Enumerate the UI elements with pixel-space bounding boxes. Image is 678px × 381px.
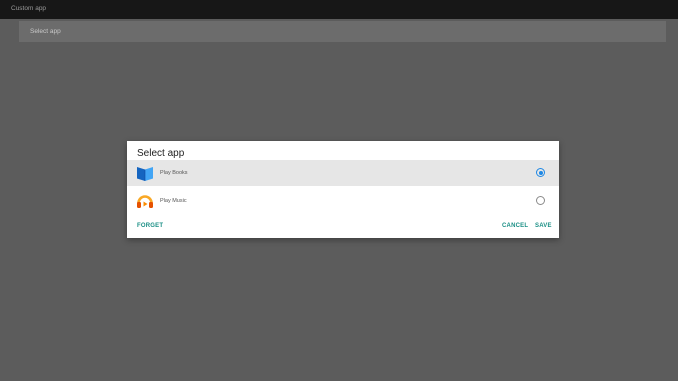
radio-play-music[interactable] — [536, 196, 545, 205]
select-app-setting-label: Select app — [30, 28, 61, 35]
list-item-label: Play Music — [160, 198, 187, 204]
app-title: Custom app — [11, 5, 47, 12]
title-bar: Custom app — [0, 0, 678, 19]
radio-play-books[interactable] — [536, 168, 545, 177]
list-item-play-music[interactable]: Play Music — [127, 188, 559, 214]
dialog-actions: FORGET CANCEL SAVE — [127, 221, 559, 235]
save-button[interactable]: SAVE — [535, 223, 552, 229]
play-music-icon — [136, 192, 154, 210]
play-books-icon — [136, 164, 154, 182]
list-item-label: Play Books — [160, 170, 188, 176]
cancel-button[interactable]: CANCEL — [502, 223, 528, 229]
dialog-title: Select app — [137, 148, 185, 159]
select-app-dialog: Select app Play Books Play Music FORGET … — [127, 141, 559, 238]
select-app-setting[interactable]: Select app — [19, 21, 666, 42]
forget-button[interactable]: FORGET — [137, 223, 163, 229]
list-item-play-books[interactable]: Play Books — [127, 160, 559, 186]
